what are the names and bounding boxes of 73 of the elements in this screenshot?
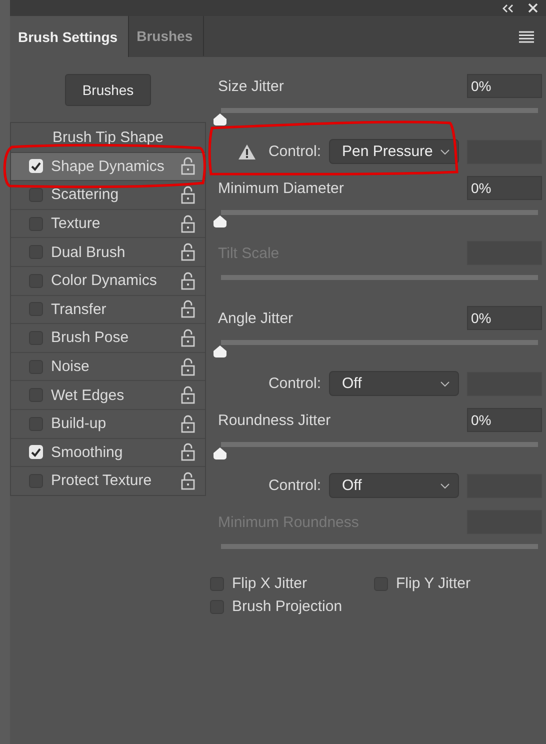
section-label: Shape Dynamics	[51, 158, 166, 175]
section-item[interactable]: Brush Tip Shape	[11, 123, 205, 152]
control-label: Control:	[268, 143, 321, 160]
section-label: Smoothing	[51, 444, 124, 461]
option-label: Flip Y Jitter	[396, 575, 470, 592]
value-field[interactable]: 0%	[467, 74, 542, 98]
control-dropdown[interactable]: Off	[329, 371, 459, 396]
lock-icon[interactable]	[181, 243, 195, 262]
lock-icon[interactable]	[181, 157, 195, 176]
setting-label: Roundness Jitter	[218, 412, 331, 428]
slider-thumb[interactable]	[213, 113, 227, 126]
option-label: Flip X Jitter	[232, 575, 308, 592]
slider-track[interactable]	[221, 544, 538, 549]
section-item[interactable]: Brush Pose	[11, 323, 205, 352]
lock-icon[interactable]	[181, 386, 195, 404]
section-item[interactable]: Build-up	[11, 408, 205, 438]
section-item[interactable]: Wet Edges	[11, 380, 205, 409]
section-label: Wet Edges	[51, 386, 126, 404]
slider-thumb[interactable]	[213, 345, 227, 358]
lock-icon[interactable]	[181, 443, 195, 462]
value-field[interactable]: 0%	[467, 176, 542, 200]
control-label: Control:	[268, 477, 321, 494]
lock-icon[interactable]	[181, 328, 195, 347]
section-item[interactable]: Shape Dynamics	[11, 152, 205, 180]
lock-icon[interactable]	[181, 214, 195, 233]
lock-icon[interactable]	[181, 472, 195, 490]
slider-thumb[interactable]	[213, 215, 227, 228]
control-dropdown[interactable]: Off	[329, 473, 459, 498]
caret-icon	[440, 148, 450, 154]
panel-tab[interactable]: Brush Settings	[10, 16, 129, 57]
section-label: Dual Brush	[51, 244, 126, 261]
option-checkbox[interactable]: Flip Y Jitter	[374, 575, 538, 592]
panel-tab[interactable]: Brushes	[128, 16, 204, 56]
brushes-button[interactable]: Brushes	[65, 74, 151, 106]
section-label: Texture	[51, 215, 102, 232]
lock-icon[interactable]	[181, 358, 195, 376]
section-item[interactable]: Smoothing	[11, 438, 205, 466]
value-field[interactable]: 0%	[467, 306, 542, 330]
section-label: Noise	[51, 358, 90, 376]
section-label: Scattering	[51, 186, 120, 204]
setting-label: Angle Jitter	[218, 310, 294, 326]
caret-icon	[440, 380, 450, 386]
lock-icon[interactable]	[181, 186, 195, 204]
section-item[interactable]: Texture	[11, 208, 205, 238]
section-label: Brush Pose	[51, 329, 130, 346]
section-label: Build-up	[51, 415, 108, 432]
lock-icon[interactable]	[181, 300, 195, 318]
slider-track[interactable]	[221, 275, 538, 280]
section-label: Protect Texture	[51, 472, 153, 490]
section-item[interactable]: Color Dynamics	[11, 266, 205, 295]
option-label: Brush Projection	[232, 598, 342, 615]
caret-icon	[440, 482, 450, 488]
slider-thumb[interactable]	[213, 447, 227, 460]
section-item[interactable]: Protect Texture	[11, 466, 205, 495]
section-label: Transfer	[51, 300, 108, 318]
section-label: Color Dynamics	[51, 272, 158, 290]
lock-icon[interactable]	[181, 272, 195, 290]
control-label: Control:	[268, 375, 321, 392]
close-icon[interactable]	[528, 3, 538, 13]
control-dropdown[interactable]: Pen Pressure	[329, 139, 459, 164]
collapse-icon[interactable]	[502, 4, 514, 12]
menu-icon[interactable]	[519, 30, 534, 42]
section-item[interactable]: Scattering	[11, 180, 205, 209]
checkbox[interactable]	[29, 188, 43, 202]
option-checkbox[interactable]: Brush Projection	[210, 598, 374, 615]
lock-icon[interactable]	[181, 414, 195, 433]
option-checkbox[interactable]: Flip X Jitter	[210, 575, 374, 592]
section-item[interactable]: Dual Brush	[11, 237, 205, 266]
section-item[interactable]: Transfer	[11, 294, 205, 324]
setting-label: Size Jitter	[218, 78, 284, 94]
setting-label: Minimum Diameter	[218, 180, 344, 196]
section-item[interactable]: Noise	[11, 352, 205, 380]
value-field[interactable]: 0%	[467, 408, 542, 432]
